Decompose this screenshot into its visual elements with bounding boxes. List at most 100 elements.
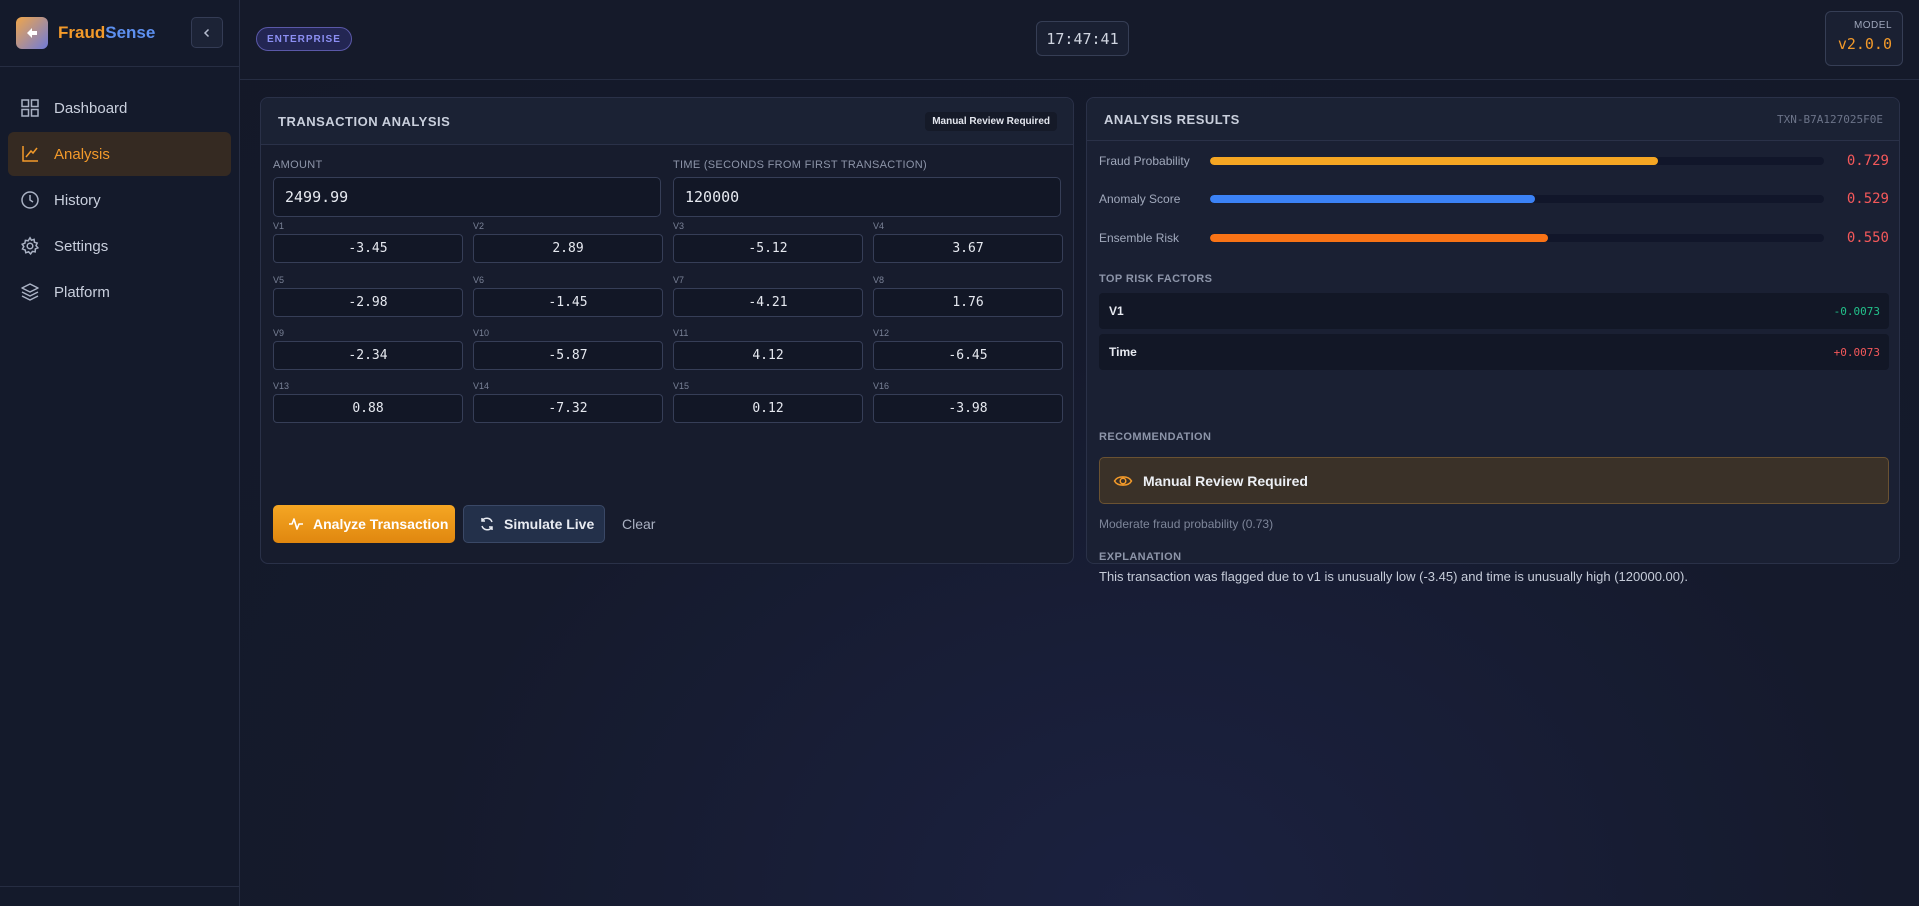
time-input[interactable]: 120000 — [673, 177, 1061, 217]
plan-badge: ENTERPRISE — [256, 27, 352, 51]
sidebar-item-analysis[interactable]: Analysis — [8, 132, 231, 176]
feature-input-v7[interactable]: -4.21 — [673, 288, 863, 317]
analyze-transaction-button[interactable]: Analyze Transaction — [273, 505, 455, 543]
feature-input-v10[interactable]: -5.87 — [473, 341, 663, 370]
metric-name: Anomaly Score — [1099, 192, 1181, 206]
feature-label: V12 — [873, 328, 890, 338]
feature-label: V6 — [473, 275, 485, 285]
model-version: v2.0.0 — [1837, 35, 1892, 53]
feature-label: V11 — [673, 328, 689, 338]
feature-input-v4[interactable]: 3.67 — [873, 234, 1063, 263]
sidebar-item-label: Settings — [54, 237, 109, 255]
metric-bar-track — [1210, 195, 1824, 203]
metric-value: 0.529 — [1846, 191, 1889, 207]
feature-label: V14 — [473, 381, 490, 391]
feature-label: V16 — [873, 381, 890, 391]
metric-name: Ensemble Risk — [1099, 231, 1180, 245]
metric-bar-track — [1210, 157, 1824, 165]
feature-input-v12[interactable]: -6.45 — [873, 341, 1063, 370]
metric-value: 0.729 — [1846, 153, 1889, 169]
feature-input-v9[interactable]: -2.34 — [273, 341, 463, 370]
analyze-label: Analyze Transaction — [313, 516, 449, 532]
feature-label: V13 — [273, 381, 290, 391]
amount-label: AMOUNT — [273, 159, 323, 171]
feature-label: V9 — [273, 328, 285, 338]
sidebar-item-dashboard[interactable]: Dashboard — [8, 86, 231, 130]
gear-icon — [21, 236, 40, 256]
risk-factor-row: Time +0.0073 — [1099, 334, 1889, 370]
feature-label: V3 — [673, 221, 685, 231]
recommendation-box: Manual Review Required — [1099, 457, 1889, 504]
sidebar-item-label: History — [54, 191, 101, 209]
feature-input-v8[interactable]: 1.76 — [873, 288, 1063, 317]
feature-input-v3[interactable]: -5.12 — [673, 234, 863, 263]
chart-line-icon — [22, 146, 38, 162]
recommendation-subtext: Moderate fraud probability (0.73) — [1099, 517, 1274, 531]
feature-input-v13[interactable]: 0.88 — [273, 394, 463, 423]
feature-input-v15[interactable]: 0.12 — [673, 394, 863, 423]
sidebar-item-label: Dashboard — [54, 99, 128, 117]
sidebar-item-label: Analysis — [54, 145, 110, 163]
model-label: MODEL — [1853, 20, 1892, 31]
feature-label: V2 — [473, 221, 485, 231]
collapse-sidebar-button[interactable] — [191, 17, 223, 48]
clock-icon — [21, 191, 39, 209]
time-label: TIME (SECONDS FROM FIRST TRANSACTION) — [673, 159, 927, 171]
panel-body: AMOUNT 2499.99 TIME (SECONDS FROM FIRST … — [261, 145, 1073, 563]
sidebar: FraudSense Dashboard Analysis History Se… — [0, 0, 240, 906]
activity-icon — [289, 518, 303, 530]
top-risk-factors-label: TOP RISK FACTORS — [1099, 273, 1213, 285]
feature-input-v1[interactable]: -3.45 — [273, 234, 463, 263]
panel-title: TRANSACTION ANALYSIS — [278, 113, 451, 129]
simulate-label: Simulate Live — [504, 516, 595, 532]
explanation-label: EXPLANATION — [1099, 551, 1182, 563]
panel-header: TRANSACTION ANALYSIS Manual Review Requi… — [261, 98, 1073, 145]
chevron-left-icon — [203, 28, 210, 37]
feature-label: V1 — [273, 221, 285, 231]
risk-factor-name: V1 — [1109, 304, 1124, 318]
clear-button[interactable]: Clear — [622, 505, 672, 543]
feature-input-v5[interactable]: -2.98 — [273, 288, 463, 317]
sidebar-item-platform[interactable]: Platform — [8, 270, 231, 314]
feature-label: V4 — [873, 221, 885, 231]
logo-icon — [16, 17, 48, 49]
feature-input-v14[interactable]: -7.32 — [473, 394, 663, 423]
sidebar-nav: Dashboard Analysis History Settings Plat… — [0, 67, 239, 314]
panel-title: ANALYSIS RESULTS — [1104, 111, 1240, 127]
amount-input[interactable]: 2499.99 — [273, 177, 661, 217]
feature-input-v16[interactable]: -3.98 — [873, 394, 1063, 423]
sidebar-item-history[interactable]: History — [8, 178, 231, 222]
analysis-results-panel: ANALYSIS RESULTS TXN-B7A127025F0E Fraud … — [1086, 97, 1900, 584]
panel-header: ANALYSIS RESULTS TXN-B7A127025F0E — [1087, 98, 1899, 141]
panel-body: Fraud Probability 0.729 Anomaly Score 0.529… — [1087, 141, 1899, 584]
risk-factor-value: -0.0073 — [1833, 304, 1880, 318]
simulate-live-button[interactable]: Simulate Live — [463, 505, 605, 543]
feature-input-v2[interactable]: 2.89 — [473, 234, 663, 263]
layers-icon — [21, 283, 39, 301]
metric-value: 0.550 — [1846, 230, 1889, 246]
top-header: ENTERPRISE 17:47:41 MODEL v2.0.0 — [240, 0, 1919, 80]
refresh-icon — [481, 517, 493, 531]
risk-factor-row: V1 -0.0073 — [1099, 293, 1889, 329]
feature-label: V7 — [673, 275, 685, 285]
status-badge: Manual Review Required — [925, 111, 1057, 131]
brand-name: FraudSense — [58, 23, 155, 43]
explanation-text: This transaction was flagged due to v1 i… — [1099, 569, 1688, 584]
sidebar-footer — [0, 886, 240, 906]
metric-name: Fraud Probability — [1099, 154, 1190, 168]
feature-label: V8 — [873, 275, 885, 285]
grid-icon — [21, 99, 39, 117]
sidebar-item-label: Platform — [54, 283, 110, 301]
clock: 17:47:41 — [1036, 21, 1129, 56]
metric-bar-fill — [1210, 157, 1658, 165]
feature-input-v11[interactable]: 4.12 — [673, 341, 863, 370]
sidebar-item-settings[interactable]: Settings — [8, 224, 231, 268]
recommendation-text: Manual Review Required — [1143, 472, 1308, 489]
metric-bar-fill — [1210, 234, 1548, 242]
feature-input-v6[interactable]: -1.45 — [473, 288, 663, 317]
metric-bar-fill — [1210, 195, 1535, 203]
brand-name-part2: Sense — [105, 23, 156, 42]
transaction-analysis-panel: TRANSACTION ANALYSIS Manual Review Requi… — [260, 97, 1074, 564]
transaction-id: TXN-B7A127025F0E — [1777, 112, 1883, 126]
metric-bar-track — [1210, 234, 1824, 242]
